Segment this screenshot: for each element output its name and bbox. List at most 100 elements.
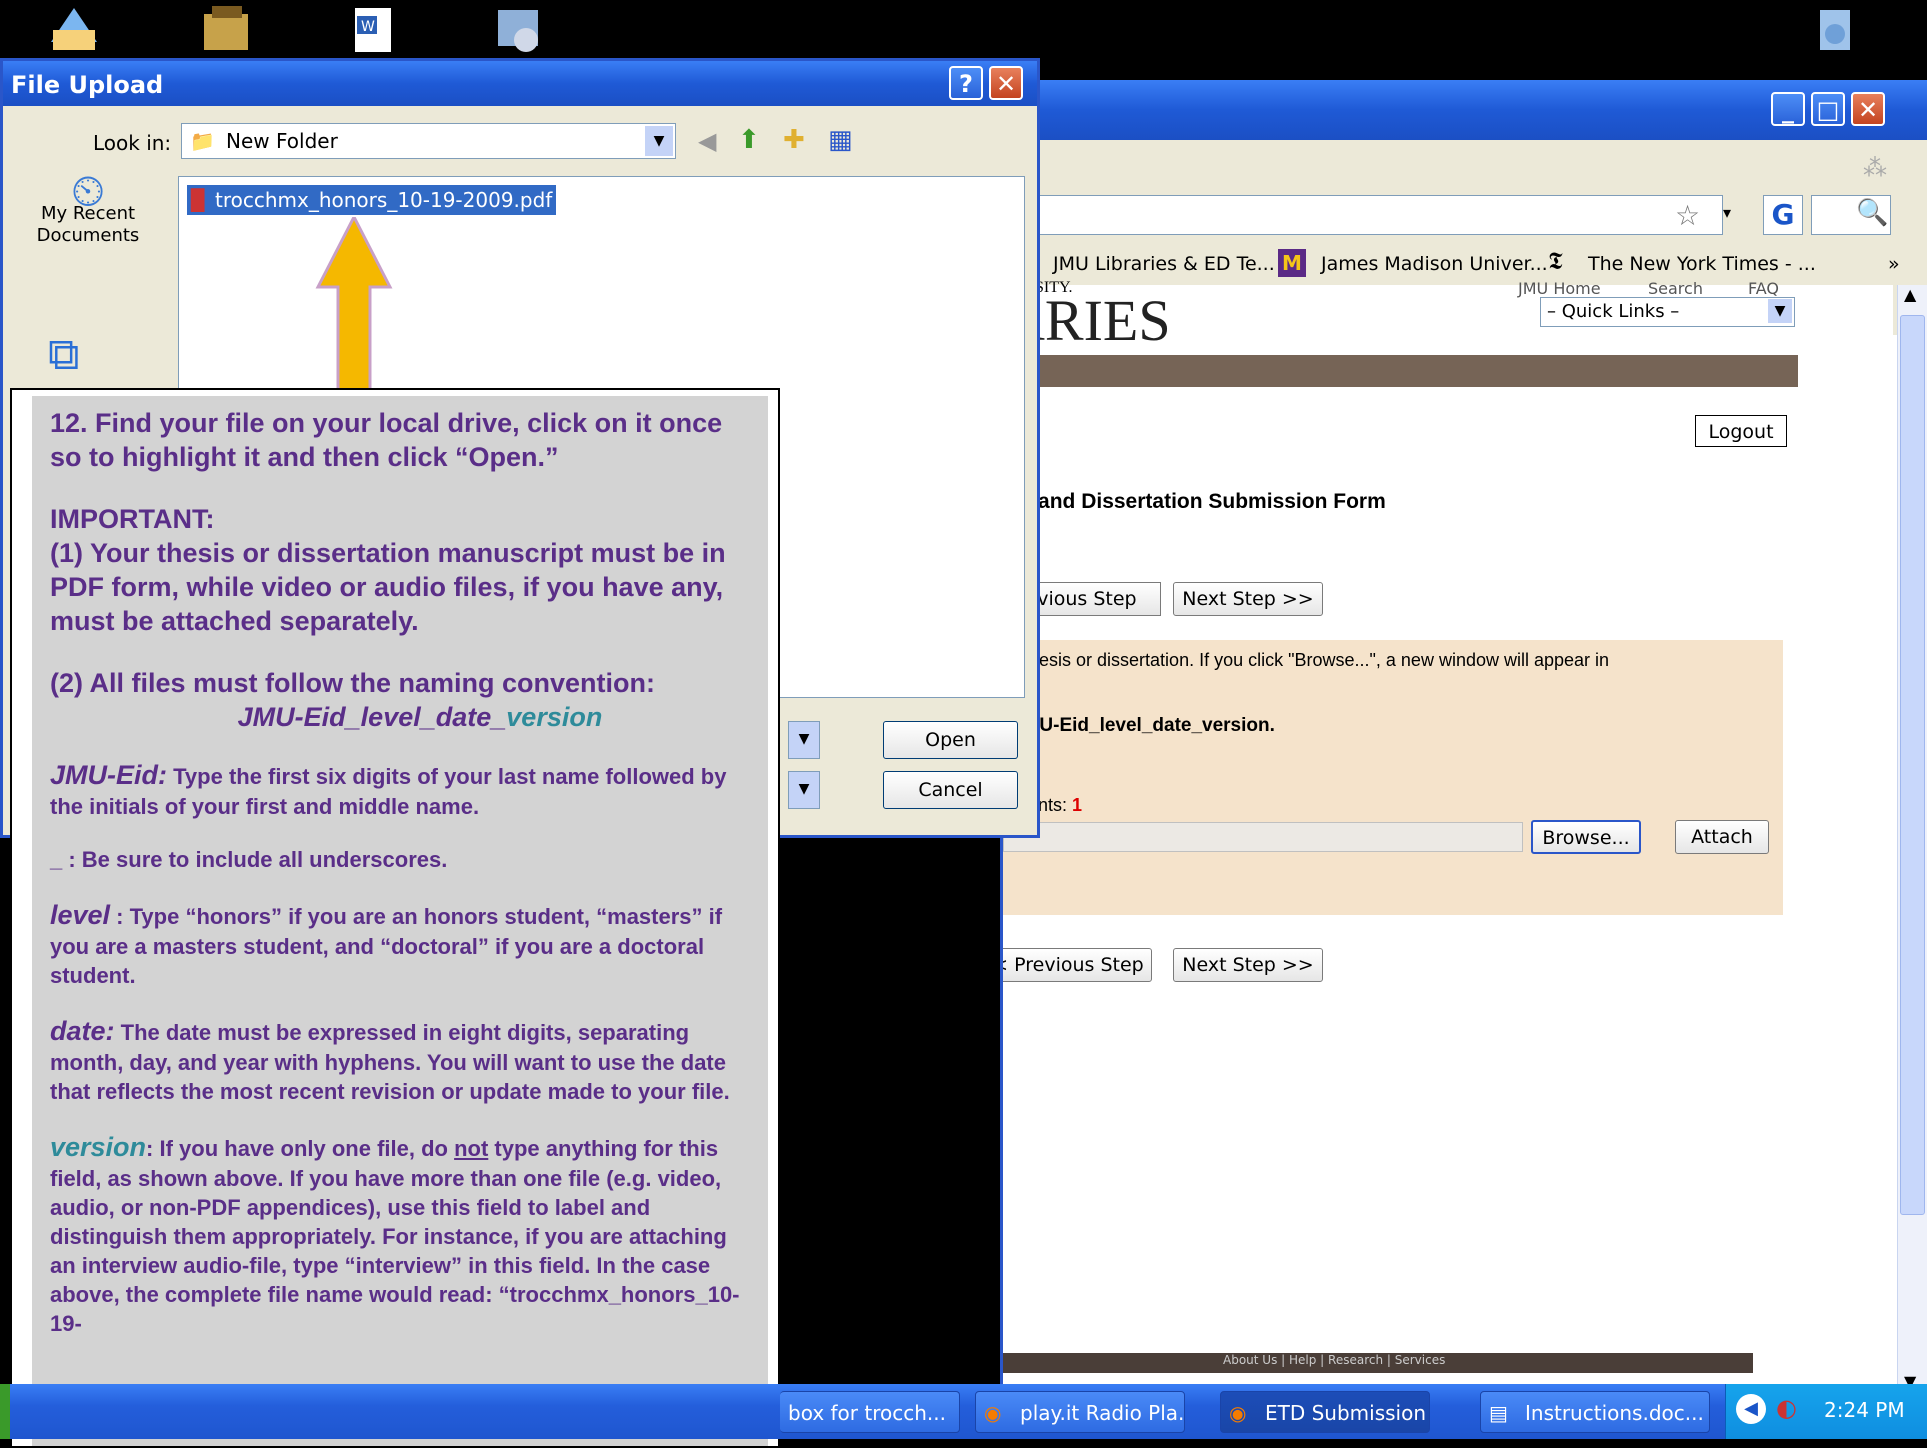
- places-my-recent-documents[interactable]: ⏲ My Recent Documents: [23, 170, 153, 247]
- desktop-recycle-bin-icon[interactable]: [1806, 2, 1864, 54]
- look-in-label: Look in:: [93, 131, 172, 155]
- page-content: VERSITY. ARIES JMU Home Search FAQ – Qui…: [1003, 279, 1893, 1390]
- dialog-close-button[interactable]: ✕: [989, 66, 1023, 100]
- scroll-up-icon[interactable]: ▲: [1904, 285, 1916, 304]
- logout-button[interactable]: Logout: [1695, 415, 1787, 447]
- maximize-button[interactable]: □: [1811, 92, 1845, 126]
- file-name-dropdown-icon[interactable]: ▼: [788, 721, 820, 759]
- chevron-down-icon[interactable]: ▼: [1768, 299, 1792, 323]
- version-not: not: [454, 1136, 489, 1161]
- search-icon[interactable]: 🔍: [1856, 198, 1888, 228]
- jmu-logo-icon: M: [1278, 249, 1306, 277]
- previous-step-button-bottom[interactable]: << Previous Step: [1003, 948, 1152, 982]
- version-definition: version: If you have only one file, do n…: [50, 1130, 750, 1338]
- desktop-word-doc-icon[interactable]: W: [345, 2, 403, 54]
- scrollbar-thumb[interactable]: [1900, 315, 1925, 1215]
- folder-icon: 📁: [190, 129, 215, 153]
- level-definition: level : Type “honors” if you are an hono…: [50, 898, 750, 990]
- bookmark-james-madison[interactable]: James Madison Univer...: [1321, 253, 1548, 275]
- browser-titlebar: _ □ ✕: [1003, 80, 1927, 140]
- version-text-a: : If you have only one file, do: [146, 1136, 455, 1161]
- upload-instructions: ur thesis or dissertation. If you click …: [1003, 650, 1610, 670]
- bookmark-jmu-libraries[interactable]: JMU Libraries & ED Te...: [1053, 253, 1275, 275]
- version-text-b: type anything for this field, as shown a…: [50, 1136, 740, 1336]
- svg-text:W: W: [361, 19, 375, 35]
- rule-1: (1) Your thesis or dissertation manuscri…: [50, 538, 726, 636]
- file-path-input[interactable]: [1003, 822, 1523, 852]
- bookmark-star-icon[interactable]: ☆: [1675, 199, 1700, 232]
- task-instructions-doc[interactable]: ▤ Instructions.doc...: [1480, 1391, 1710, 1433]
- task-play-it-radio[interactable]: ◉ play.it Radio Pla...: [975, 1391, 1185, 1433]
- taskbar: box for trocch... ◉ play.it Radio Pla...…: [0, 1384, 1927, 1439]
- bookmarks-overflow-icon[interactable]: »: [1888, 253, 1900, 275]
- level-term: level: [50, 900, 111, 930]
- dialog-titlebar: File Upload ? ✕: [3, 61, 1037, 106]
- clock[interactable]: 2:24 PM: [1824, 1398, 1905, 1422]
- views-menu-icon[interactable]: ▦: [828, 125, 853, 155]
- loading-throbber-icon: ⁂: [1863, 154, 1887, 182]
- quick-links-select[interactable]: – Quick Links – ▼: [1540, 297, 1795, 327]
- eid-definition: JMU-Eid: Type the first six digits of yo…: [50, 758, 750, 821]
- desktop-program-icon[interactable]: [490, 2, 548, 54]
- google-search-engine-icon[interactable]: G: [1763, 195, 1803, 235]
- tray-expand-icon[interactable]: ◀: [1736, 1394, 1766, 1424]
- page-scrollbar[interactable]: ▲ ▼: [1897, 285, 1927, 1390]
- up-folder-icon[interactable]: ⬆: [738, 125, 760, 155]
- link-jmu-home[interactable]: JMU Home: [1518, 279, 1601, 298]
- naming-convention: JMU-Eid_level_date_version.: [1013, 715, 1275, 736]
- tray-app-icon[interactable]: ◐: [1776, 1394, 1797, 1422]
- bookmark-nytimes[interactable]: The New York Times - ...: [1588, 253, 1816, 275]
- file-type-dropdown-icon[interactable]: ▼: [788, 771, 820, 809]
- browse-button[interactable]: Browse...: [1531, 820, 1641, 854]
- version-term: version: [50, 1132, 147, 1162]
- level-text: : Type “honors” if you are an honors stu…: [50, 904, 723, 988]
- start-button[interactable]: [0, 1384, 10, 1439]
- task-etd-submission[interactable]: ◉ ETD Submission ...: [1220, 1391, 1430, 1433]
- desktop-folder-icon[interactable]: [198, 2, 256, 54]
- attachments-count: 1: [1072, 795, 1083, 815]
- form-title: sis and Dissertation Submission Form: [1003, 490, 1386, 513]
- task-label: ETD Submission ...: [1265, 1401, 1429, 1425]
- open-button[interactable]: Open: [883, 721, 1018, 759]
- browser-menubar: ⁂: [1003, 140, 1927, 195]
- back-icon[interactable]: ◀: [698, 127, 716, 155]
- arrow-up-icon: [315, 217, 393, 395]
- date-text: The date must be expressed in eight digi…: [50, 1020, 730, 1104]
- firefox-icon: ◉: [984, 1401, 1002, 1425]
- search-box[interactable]: 🔍: [1811, 195, 1891, 235]
- word-doc-icon: ▤: [1489, 1401, 1508, 1425]
- close-button[interactable]: ✕: [1851, 92, 1885, 126]
- chevron-down-icon[interactable]: ▼: [645, 126, 673, 156]
- attach-button[interactable]: Attach: [1675, 820, 1769, 854]
- header-band: [1003, 355, 1798, 387]
- file-item-selected[interactable]: ▉ trocchmx_honors_10-19-2009.pdf: [187, 185, 557, 215]
- firefox-icon: ◉: [1229, 1401, 1247, 1425]
- page-footer[interactable]: About Us | Help | Research | Services: [1003, 1353, 1753, 1373]
- link-faq[interactable]: FAQ: [1748, 279, 1779, 298]
- next-step-button-top[interactable]: Next Step >>: [1173, 582, 1323, 616]
- address-dropdown-icon[interactable]: ▾: [1723, 203, 1731, 222]
- new-folder-icon[interactable]: ✚: [783, 125, 805, 155]
- cancel-button[interactable]: Cancel: [883, 771, 1018, 809]
- link-search[interactable]: Search: [1648, 279, 1703, 298]
- rule-2: (2) All files must follow the naming con…: [50, 668, 656, 698]
- help-button[interactable]: ?: [949, 66, 983, 100]
- task-label: play.it Radio Pla...: [1020, 1401, 1185, 1425]
- underscore-definition: _ : Be sure to include all underscores.: [50, 847, 448, 872]
- address-bar[interactable]: [1003, 195, 1723, 235]
- desktop-place-icon[interactable]: ⧉: [48, 329, 79, 380]
- bookmarks-toolbar: JMU Libraries & ED Te... M James Madison…: [1003, 245, 1927, 285]
- file-name: trocchmx_honors_10-19-2009.pdf: [215, 188, 553, 212]
- instruction-body: 12. Find your file on your local drive, …: [32, 396, 768, 1446]
- task-firefox-box[interactable]: box for trocch...: [780, 1391, 960, 1433]
- look-in-select[interactable]: 📁 New Folder ▼: [181, 123, 676, 159]
- places-label: My Recent Documents: [36, 203, 140, 246]
- date-term: date:: [50, 1016, 115, 1046]
- dialog-title: File Upload: [11, 71, 164, 99]
- desktop-envelope-icon[interactable]: [45, 2, 103, 54]
- pdf-file-icon: ▉: [191, 188, 207, 212]
- minimize-button[interactable]: _: [1771, 92, 1805, 126]
- step-text: 12. Find your file on your local drive, …: [50, 408, 723, 472]
- next-step-button-bottom[interactable]: Next Step >>: [1173, 948, 1323, 982]
- naming-convention-example: JMU-Eid_level_date_version: [50, 700, 750, 734]
